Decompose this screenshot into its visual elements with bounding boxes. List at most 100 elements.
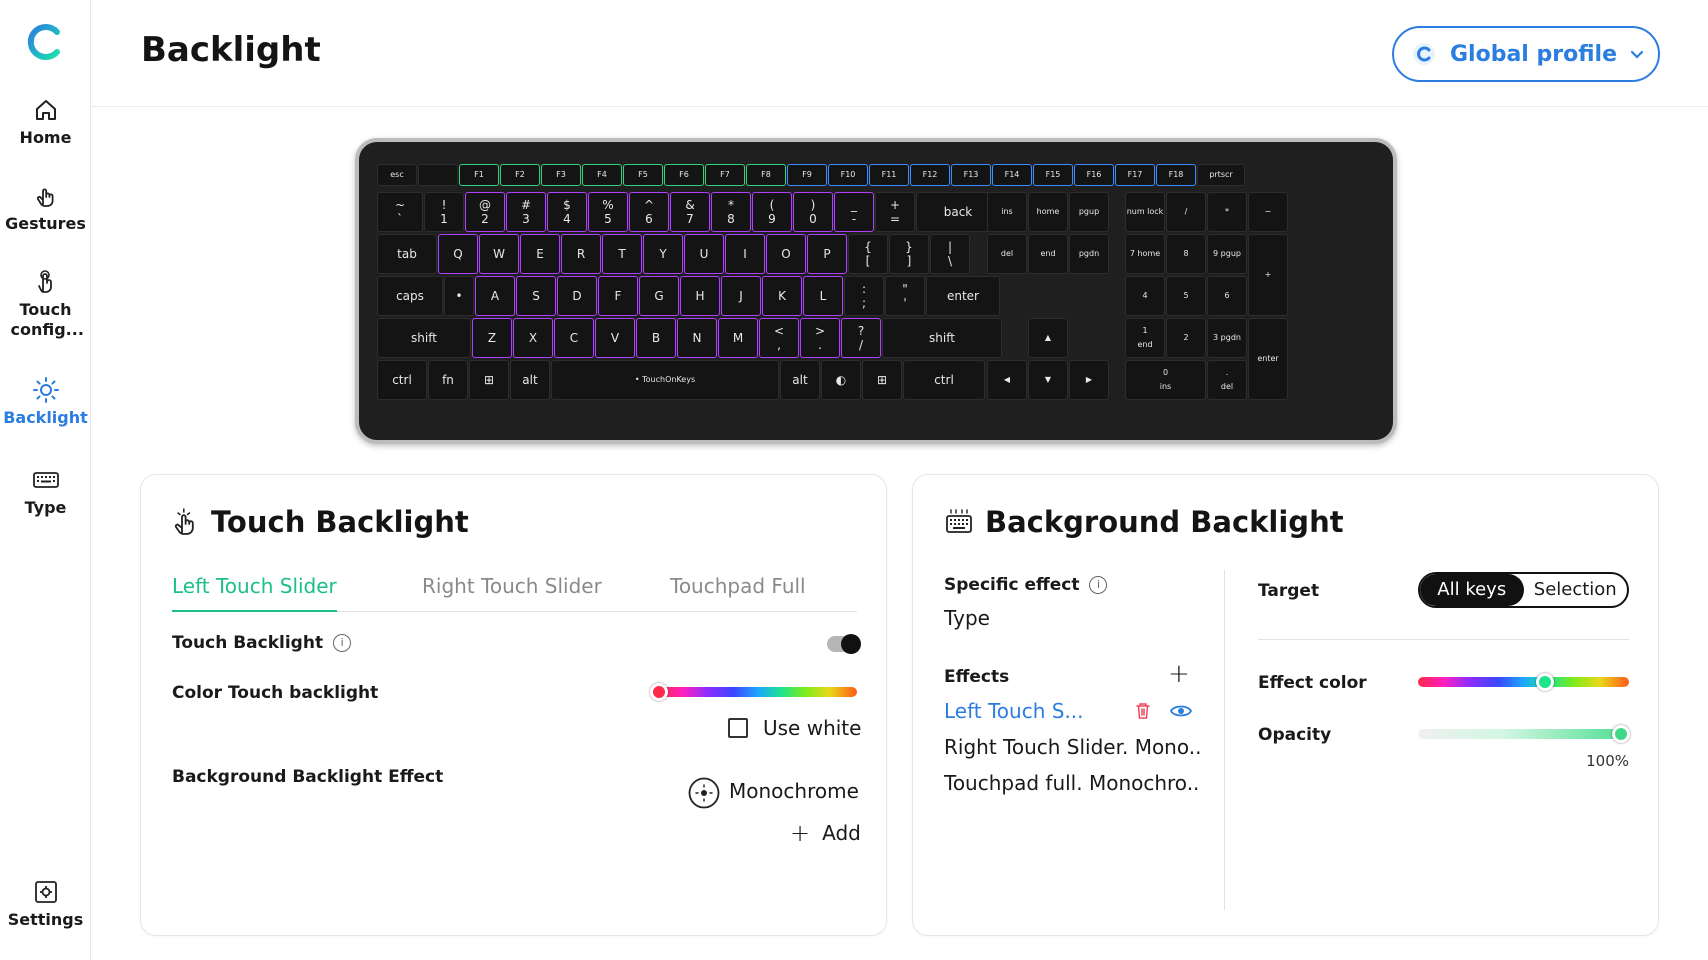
eye-icon[interactable] — [1170, 703, 1192, 719]
key[interactable]: _ - — [834, 192, 874, 232]
key[interactable]: Y — [643, 234, 683, 274]
sidebar-item-backlight[interactable]: Backlight — [0, 376, 91, 428]
key[interactable]: + = — [875, 192, 915, 232]
tab-touchpad-full[interactable]: Touchpad Full — [670, 570, 806, 612]
key[interactable]: ? / — [841, 318, 881, 358]
key[interactable]: F15 — [1033, 164, 1073, 186]
key[interactable]: T — [602, 234, 642, 274]
key[interactable]: F1 — [459, 164, 499, 186]
key[interactable]: + — [1248, 234, 1288, 316]
key[interactable]: 5 — [1166, 276, 1206, 316]
key[interactable]: P — [807, 234, 847, 274]
key[interactable]: F13 — [951, 164, 991, 186]
key[interactable]: | \ — [930, 234, 970, 274]
key[interactable]: K — [762, 276, 802, 316]
app-logo[interactable] — [25, 22, 65, 62]
key[interactable]: ▲ — [1028, 318, 1068, 358]
sidebar-item-home[interactable]: Home — [0, 96, 91, 148]
key[interactable]: D — [557, 276, 597, 316]
color-slider-handle[interactable] — [650, 683, 668, 701]
target-all-keys-option[interactable]: All keys — [1420, 574, 1524, 606]
key[interactable]: L — [803, 276, 843, 316]
tab-left-touch-slider[interactable]: Left Touch Slider — [172, 570, 337, 612]
key[interactable]: 7 home — [1125, 234, 1165, 274]
key[interactable]: F18 — [1156, 164, 1196, 186]
sidebar-item-type[interactable]: Type — [0, 466, 91, 518]
key[interactable]: F5 — [623, 164, 663, 186]
key[interactable]: @2 — [465, 192, 505, 232]
key[interactable]: 2 — [1166, 318, 1206, 358]
key[interactable]: prtscr — [1197, 164, 1245, 186]
key[interactable]: }] — [889, 234, 929, 274]
key[interactable]: enter — [1248, 318, 1288, 400]
effect-item[interactable]: Right Touch Slider. Mono.. — [944, 735, 1201, 759]
key[interactable]: I — [725, 234, 765, 274]
key[interactable]: ^ 6 — [629, 192, 669, 232]
key[interactable]: . del — [1207, 360, 1247, 400]
key[interactable]: ins — [987, 192, 1027, 232]
key[interactable]: F9 — [787, 164, 827, 186]
key[interactable]: {[ — [848, 234, 888, 274]
key[interactable]: S — [516, 276, 556, 316]
key[interactable]: X — [513, 318, 553, 358]
effect-color-slider-track[interactable] — [1418, 677, 1629, 687]
key[interactable]: fn — [428, 360, 468, 400]
key[interactable]: E — [520, 234, 560, 274]
key[interactable]: F16 — [1074, 164, 1114, 186]
key[interactable]: " ' — [885, 276, 925, 316]
sidebar-item-touch-config[interactable]: Touch config... — [0, 268, 91, 340]
specific-effect-value[interactable]: Type — [944, 606, 990, 630]
key[interactable]: caps — [377, 276, 443, 316]
key[interactable]: V — [595, 318, 635, 358]
key[interactable]: alt — [510, 360, 550, 400]
tab-right-touch-slider[interactable]: Right Touch Slider — [422, 570, 602, 612]
key[interactable]: F11 — [869, 164, 909, 186]
key[interactable]: F3 — [541, 164, 581, 186]
info-icon[interactable]: i — [333, 634, 352, 652]
key[interactable]: F4 — [582, 164, 622, 186]
key[interactable]: ◀ — [987, 360, 1027, 400]
key[interactable]: • TouchOnKeys — [551, 360, 779, 400]
key[interactable]: & 7 — [670, 192, 710, 232]
key[interactable]: 3 pgdn — [1207, 318, 1247, 358]
sidebar-item-gestures[interactable]: Gestures — [0, 182, 91, 234]
key[interactable]: N — [677, 318, 717, 358]
touch-backlight-toggle[interactable] — [827, 634, 861, 654]
key[interactable]: F8 — [746, 164, 786, 186]
key[interactable]: F — [598, 276, 638, 316]
key[interactable]: % 5 — [588, 192, 628, 232]
key[interactable]: #3 — [506, 192, 546, 232]
info-icon[interactable]: i — [1089, 576, 1108, 594]
key[interactable]: ⊞ — [862, 360, 902, 400]
key[interactable]: home — [1028, 192, 1068, 232]
key[interactable]: F12 — [910, 164, 950, 186]
use-white-checkbox[interactable] — [728, 718, 748, 738]
key[interactable]: 1 end — [1125, 318, 1165, 358]
key[interactable]: pgup — [1069, 192, 1109, 232]
key[interactable]: G — [639, 276, 679, 316]
key[interactable]: M — [718, 318, 758, 358]
key[interactable]: (9 — [752, 192, 792, 232]
key[interactable]: enter — [926, 276, 1000, 316]
target-selection-option[interactable]: Selection — [1524, 574, 1628, 606]
key[interactable]: / — [1166, 192, 1206, 232]
key[interactable]: ⊞ — [469, 360, 509, 400]
key[interactable]: * — [1207, 192, 1247, 232]
key[interactable]: esc — [377, 164, 417, 186]
key[interactable]: C — [554, 318, 594, 358]
key[interactable]: >. — [800, 318, 840, 358]
key[interactable]: J — [721, 276, 761, 316]
key[interactable]: 4 — [1125, 276, 1165, 316]
add-effect-plus-icon[interactable]: + — [1168, 659, 1190, 689]
color-slider-track[interactable] — [659, 687, 857, 697]
key[interactable]: W — [479, 234, 519, 274]
key[interactable]: F7 — [705, 164, 745, 186]
trash-icon[interactable] — [1135, 702, 1151, 720]
key[interactable]: Q — [438, 234, 478, 274]
key[interactable]: 0 ins — [1125, 360, 1206, 400]
key[interactable]: O — [766, 234, 806, 274]
opacity-slider-handle[interactable] — [1612, 725, 1630, 743]
key[interactable]: :; — [844, 276, 884, 316]
key[interactable]: 6 — [1207, 276, 1247, 316]
key[interactable]: ▼ — [1028, 360, 1068, 400]
